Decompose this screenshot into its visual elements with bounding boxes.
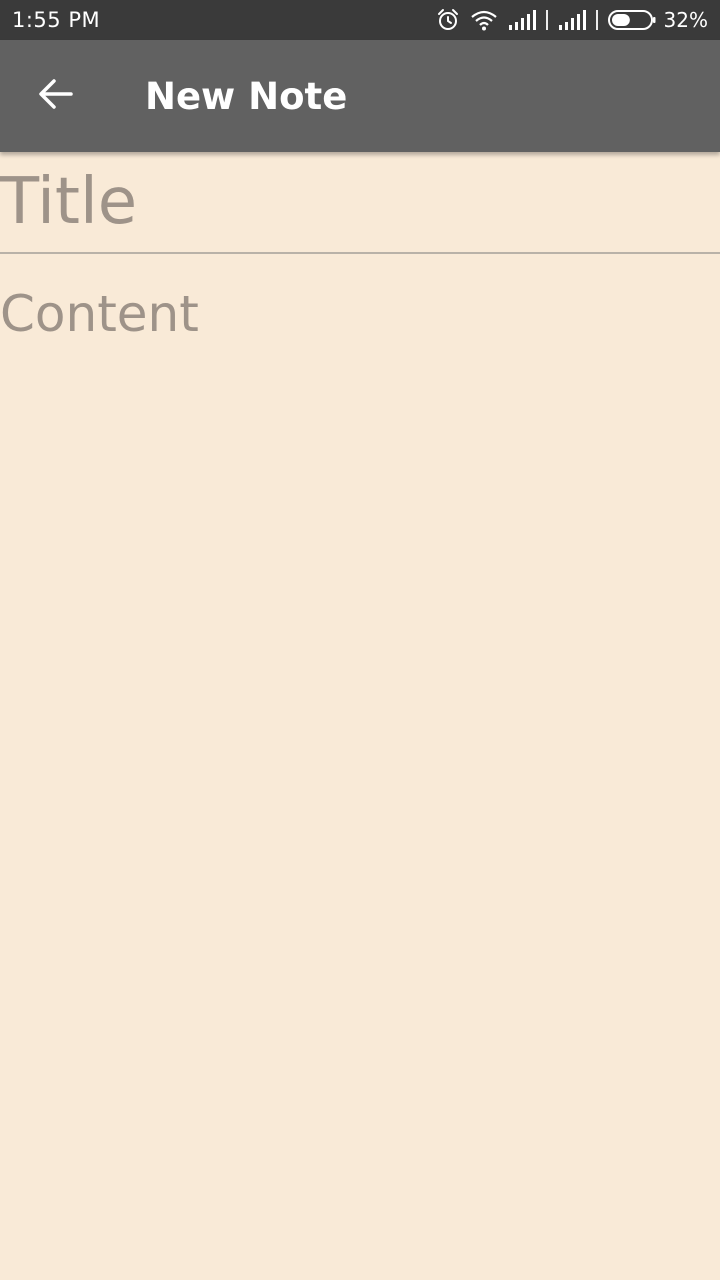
content-field: [0, 256, 720, 1280]
signal-icon: [558, 10, 586, 30]
status-icons: 32%: [436, 8, 708, 32]
title-input[interactable]: [0, 152, 720, 252]
battery-percent: 32%: [663, 8, 708, 32]
signal-icon: [508, 10, 536, 30]
alarm-icon: [436, 8, 460, 32]
wifi-icon: [470, 9, 498, 31]
back-button[interactable]: [0, 40, 112, 152]
status-divider: [595, 10, 598, 30]
battery-icon: [607, 9, 656, 31]
battery-indicator: 32%: [607, 8, 708, 32]
status-time: 1:55 PM: [12, 8, 101, 32]
arrow-left-icon: [38, 76, 74, 117]
title-field: [0, 152, 720, 254]
status-bar: 1:55 PM 32%: [0, 0, 720, 40]
content-input[interactable]: [0, 256, 720, 1280]
app-bar: New Note: [0, 40, 720, 152]
page-title: New Note: [145, 74, 348, 118]
status-divider: [545, 10, 548, 30]
